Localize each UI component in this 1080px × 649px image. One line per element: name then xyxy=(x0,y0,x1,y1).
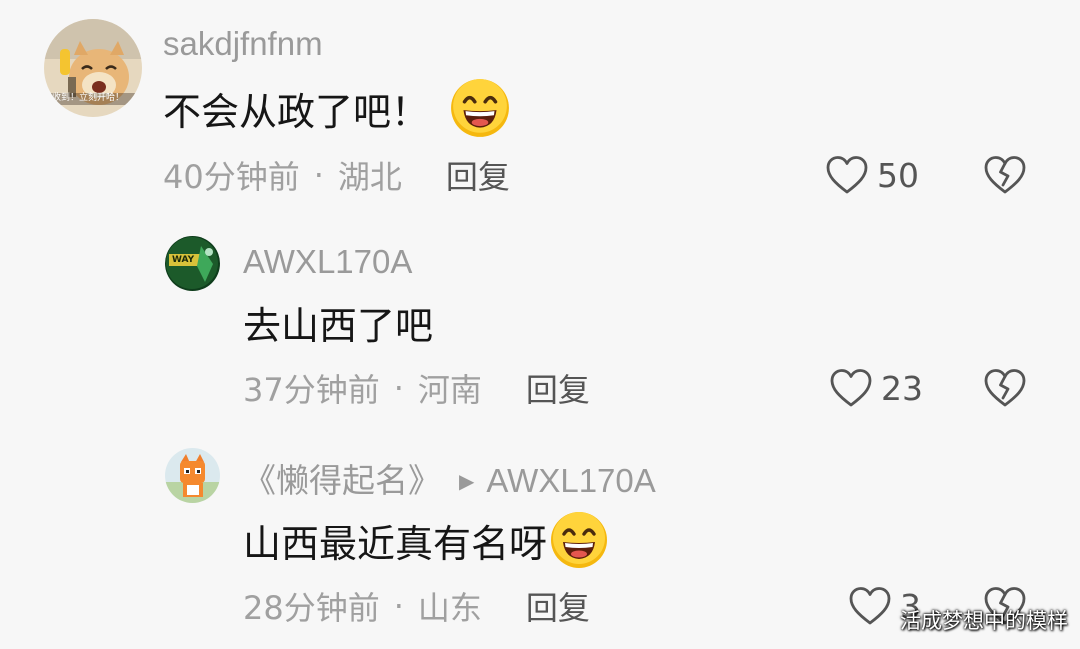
comment-text: 山西最近真有名呀 xyxy=(243,508,609,572)
separator-dot: · xyxy=(393,369,404,407)
fox-avatar-image xyxy=(165,448,220,503)
comment-time: 37分钟前 xyxy=(243,371,380,409)
reply-button[interactable]: 回复 xyxy=(526,365,590,411)
comment-text: 去山西了吧 xyxy=(243,295,433,349)
comment-location: 山东 xyxy=(417,589,482,627)
comment-text-content: 去山西了吧 xyxy=(243,303,434,348)
reply-arrow-icon: ▶ xyxy=(459,471,475,493)
heart-outline-icon xyxy=(829,368,873,408)
broken-heart-icon xyxy=(983,368,1027,408)
comment-time: 40分钟前 xyxy=(163,158,300,196)
grinning-emoji-icon xyxy=(549,510,609,570)
username[interactable]: 《懒得起名》 xyxy=(243,462,441,499)
avatar[interactable]: 收到！立刻开哈！ xyxy=(44,19,142,117)
comment-location: 河南 xyxy=(417,371,482,409)
username[interactable]: AWXL170A xyxy=(243,243,412,281)
username-thread: 《懒得起名》 ▶ AWXL170A xyxy=(243,454,656,502)
avatar-caption: 收到！立刻开哈！ xyxy=(52,93,125,103)
reply-item: WAY AWXL170A 去山西了吧 37分钟前 · 河南 回复 23 xyxy=(0,215,1080,430)
comment-text-content: 不会从政了吧！ xyxy=(163,89,430,134)
like-button[interactable]: 50 xyxy=(825,153,919,197)
broken-heart-icon xyxy=(983,155,1027,195)
heart-outline-icon xyxy=(848,586,892,626)
comment-item: 收到！立刻开哈！ sakdjfnfnm 不会从政了吧！ 40分钟前 · 湖北 回… xyxy=(0,0,1080,215)
avatar[interactable]: WAY xyxy=(165,236,220,291)
reply-button[interactable]: 回复 xyxy=(526,583,590,629)
avatar[interactable] xyxy=(165,448,220,503)
avatar-caption: WAY xyxy=(172,255,195,265)
comment-meta: 28分钟前 · 山东 回复 xyxy=(243,585,590,627)
comment-meta: 37分钟前 · 河南 回复 xyxy=(243,367,590,409)
comment-meta: 40分钟前 · 湖北 回复 xyxy=(163,154,510,196)
reply-button[interactable]: 回复 xyxy=(446,152,510,198)
like-button[interactable]: 23 xyxy=(829,366,923,410)
dislike-button[interactable] xyxy=(983,155,1027,199)
like-count: 23 xyxy=(881,368,923,408)
like-count: 50 xyxy=(877,155,919,195)
comment-text: 不会从政了吧！ xyxy=(163,78,511,138)
grinning-emoji-icon xyxy=(449,77,511,139)
username[interactable]: sakdjfnfnm xyxy=(163,25,323,63)
comment-time: 28分钟前 xyxy=(243,589,380,627)
comment-location: 湖北 xyxy=(337,158,402,196)
separator-dot: · xyxy=(393,587,404,625)
comment-text-content: 山西最近真有名呀 xyxy=(243,521,548,566)
separator-dot: · xyxy=(313,156,324,194)
heart-outline-icon xyxy=(825,155,869,195)
reply-to-username[interactable]: AWXL170A xyxy=(486,462,655,499)
watermark: 活成梦想中的模样 xyxy=(900,609,1068,633)
dislike-button[interactable] xyxy=(983,368,1027,412)
